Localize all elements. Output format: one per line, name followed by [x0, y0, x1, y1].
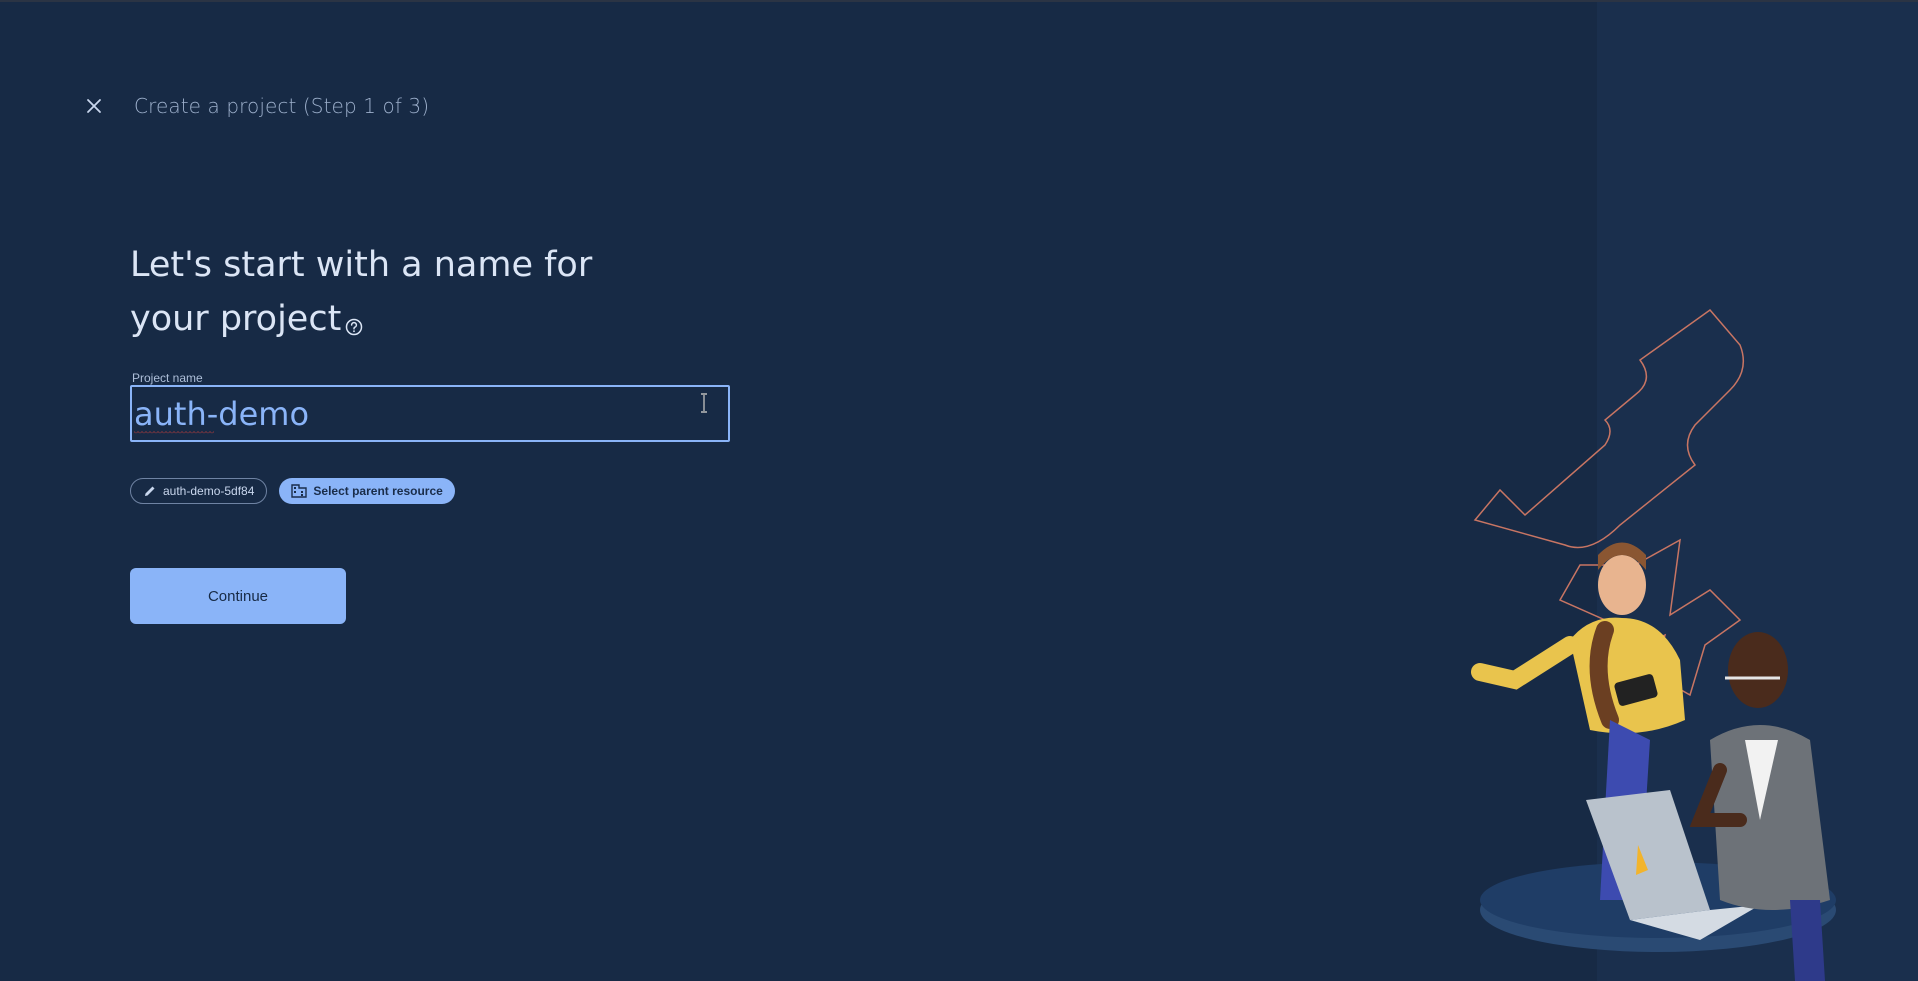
project-name-heading: Let's start with a name for your project — [130, 238, 730, 346]
pencil-icon — [145, 486, 155, 496]
close-button[interactable] — [82, 94, 106, 118]
select-parent-resource-chip[interactable]: Select parent resource — [279, 478, 455, 504]
project-name-input[interactable] — [132, 387, 728, 440]
header: Create a project (Step 1 of 3) — [82, 90, 429, 122]
woman-arm — [1471, 636, 1579, 690]
spellcheck-underline — [134, 431, 214, 435]
woman-head — [1598, 555, 1646, 615]
project-id-text: auth-demo-5df84 — [163, 484, 255, 498]
select-parent-resource-text: Select parent resource — [313, 484, 443, 498]
text-cursor-icon — [701, 393, 707, 413]
page-title: Create a project (Step 1 of 3) — [134, 94, 430, 118]
outline-shape-1 — [1473, 308, 1745, 549]
heading-line-2: your project — [130, 292, 730, 346]
woman-sweater — [1570, 617, 1685, 734]
project-name-label: Project name — [132, 371, 203, 385]
continue-button[interactable]: Continue — [130, 568, 346, 624]
heading-line-1: Let's start with a name for — [130, 245, 593, 285]
building-icon — [291, 484, 308, 498]
people-with-laptop-illustration — [1471, 308, 1836, 981]
heading-line-2-text: your project — [130, 299, 342, 339]
project-id-chip[interactable]: auth-demo-5df84 — [130, 478, 268, 504]
project-chips: auth-demo-5df84 Select parent resource — [130, 478, 455, 504]
close-icon — [87, 99, 101, 113]
help-icon[interactable] — [345, 298, 363, 336]
man-head — [1728, 632, 1788, 708]
man-pants — [1790, 900, 1825, 981]
project-name-field[interactable] — [130, 385, 730, 442]
